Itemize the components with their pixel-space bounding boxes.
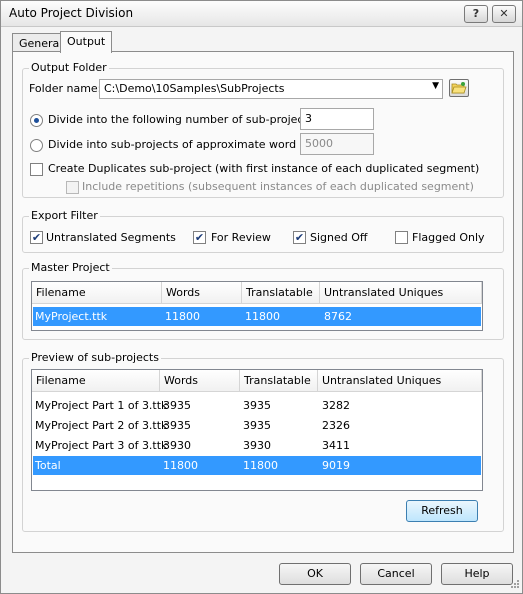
cell-untranslated-uniques: 8762 [324, 310, 352, 323]
export-filter-group: Export Filter ✔ Untranslated Segments ✔ … [22, 209, 504, 253]
column-header-untranslated-uniques[interactable]: Untranslated Uniques [318, 370, 482, 391]
preview-table[interactable]: Filename Words Translatable Untranslated… [31, 369, 483, 491]
divide-by-words-radio[interactable] [30, 139, 43, 152]
folder-open-icon[interactable] [449, 79, 469, 97]
untranslated-label: Untranslated Segments [46, 231, 176, 244]
repetitions-checkbox[interactable] [66, 181, 79, 194]
repetitions-label: Include repetitions (subsequent instance… [82, 180, 474, 193]
tab-output[interactable]: Output [60, 31, 113, 53]
divide-by-count-label: Divide into the following number of sub-… [48, 113, 318, 126]
help-title-button[interactable]: ? [464, 5, 488, 23]
cell-translatable: 11800 [245, 310, 280, 323]
sub-project-count-input[interactable]: 3 [300, 108, 374, 130]
master-project-group: Master Project Filename Words Translatab… [22, 261, 504, 340]
cell-untranslated-uniques: 2326 [322, 419, 350, 432]
cell-filename: Total [35, 459, 61, 472]
cell-untranslated-uniques: 3411 [322, 439, 350, 452]
for-review-checkbox[interactable]: ✔ [193, 231, 206, 244]
table-row[interactable]: MyProject Part 3 of 3.ttk 3930 3930 3411 [33, 436, 481, 455]
flagged-only-label: Flagged Only [412, 231, 485, 244]
output-folder-group: Output Folder Folder name: C:\Demo\10Sam… [22, 61, 504, 198]
cell-filename: MyProject.ttk [35, 310, 108, 323]
column-header-filename[interactable]: Filename [32, 282, 162, 303]
table-row[interactable]: MyProject Part 2 of 3.ttk 3935 3935 2326 [33, 416, 481, 435]
column-header-translatable[interactable]: Translatable [240, 370, 318, 391]
cancel-button[interactable]: Cancel [360, 563, 432, 585]
cell-untranslated-uniques: 3282 [322, 399, 350, 412]
folder-name-label: Folder name: [29, 82, 102, 95]
cell-translatable: 3935 [243, 419, 271, 432]
dialog-window: Auto Project Division ? ✕ General Output… [0, 0, 523, 594]
ok-button[interactable]: OK [279, 563, 351, 585]
title-bar: Auto Project Division ? ✕ [1, 1, 522, 27]
column-header-translatable[interactable]: Translatable [242, 282, 320, 303]
word-count-input[interactable]: 5000 [300, 133, 374, 155]
preview-table-header: Filename Words Translatable Untranslated… [32, 370, 482, 392]
help-button[interactable]: Help [441, 563, 513, 585]
table-row-total[interactable]: Total 11800 11800 9019 [33, 456, 481, 475]
cell-translatable: 11800 [243, 459, 278, 472]
preview-group: Preview of sub-projects Filename Words T… [22, 351, 504, 532]
untranslated-checkbox[interactable]: ✔ [30, 231, 43, 244]
cell-words: 3935 [163, 419, 191, 432]
cell-filename: MyProject Part 3 of 3.ttk [35, 439, 168, 452]
divide-by-words-label: Divide into sub-projects of approximate … [48, 138, 335, 151]
duplicates-checkbox[interactable] [30, 163, 43, 176]
cell-words: 3930 [163, 439, 191, 452]
master-project-title: Master Project [29, 261, 112, 274]
resize-grip-icon[interactable] [508, 579, 520, 591]
cell-words: 11800 [165, 310, 200, 323]
output-folder-title: Output Folder [29, 61, 109, 74]
master-table-header: Filename Words Translatable Untranslated… [32, 282, 482, 304]
folder-name-combo[interactable]: C:\Demo\10Samples\SubProjects ▼ [99, 79, 443, 99]
cell-words: 3935 [163, 399, 191, 412]
signed-off-checkbox[interactable]: ✔ [293, 231, 306, 244]
divide-by-count-radio[interactable] [30, 114, 43, 127]
refresh-button[interactable]: Refresh [406, 500, 478, 522]
master-project-table[interactable]: Filename Words Translatable Untranslated… [31, 281, 483, 331]
table-row[interactable]: MyProject.ttk 11800 11800 8762 [33, 307, 481, 326]
table-row[interactable]: MyProject Part 1 of 3.ttk 3935 3935 3282 [33, 396, 481, 415]
signed-off-label: Signed Off [310, 231, 368, 244]
export-filter-title: Export Filter [29, 209, 100, 222]
folder-name-value: C:\Demo\10Samples\SubProjects [104, 82, 285, 95]
duplicates-label: Create Duplicates sub-project (with firs… [48, 162, 480, 175]
for-review-label: For Review [211, 231, 271, 244]
window-title: Auto Project Division [9, 6, 134, 20]
column-header-filename[interactable]: Filename [32, 370, 160, 391]
close-button[interactable]: ✕ [492, 5, 516, 23]
cell-filename: MyProject Part 1 of 3.ttk [35, 399, 168, 412]
output-tab-panel: Output Folder Folder name: C:\Demo\10Sam… [12, 51, 514, 553]
preview-title: Preview of sub-projects [29, 351, 161, 364]
chevron-down-icon[interactable]: ▼ [432, 81, 439, 91]
column-header-words[interactable]: Words [162, 282, 242, 303]
column-header-words[interactable]: Words [160, 370, 240, 391]
flagged-only-checkbox[interactable] [395, 231, 408, 244]
cell-filename: MyProject Part 2 of 3.ttk [35, 419, 168, 432]
cell-words: 11800 [163, 459, 198, 472]
cell-untranslated-uniques: 9019 [322, 459, 350, 472]
column-header-untranslated-uniques[interactable]: Untranslated Uniques [320, 282, 482, 303]
cell-translatable: 3935 [243, 399, 271, 412]
cell-translatable: 3930 [243, 439, 271, 452]
